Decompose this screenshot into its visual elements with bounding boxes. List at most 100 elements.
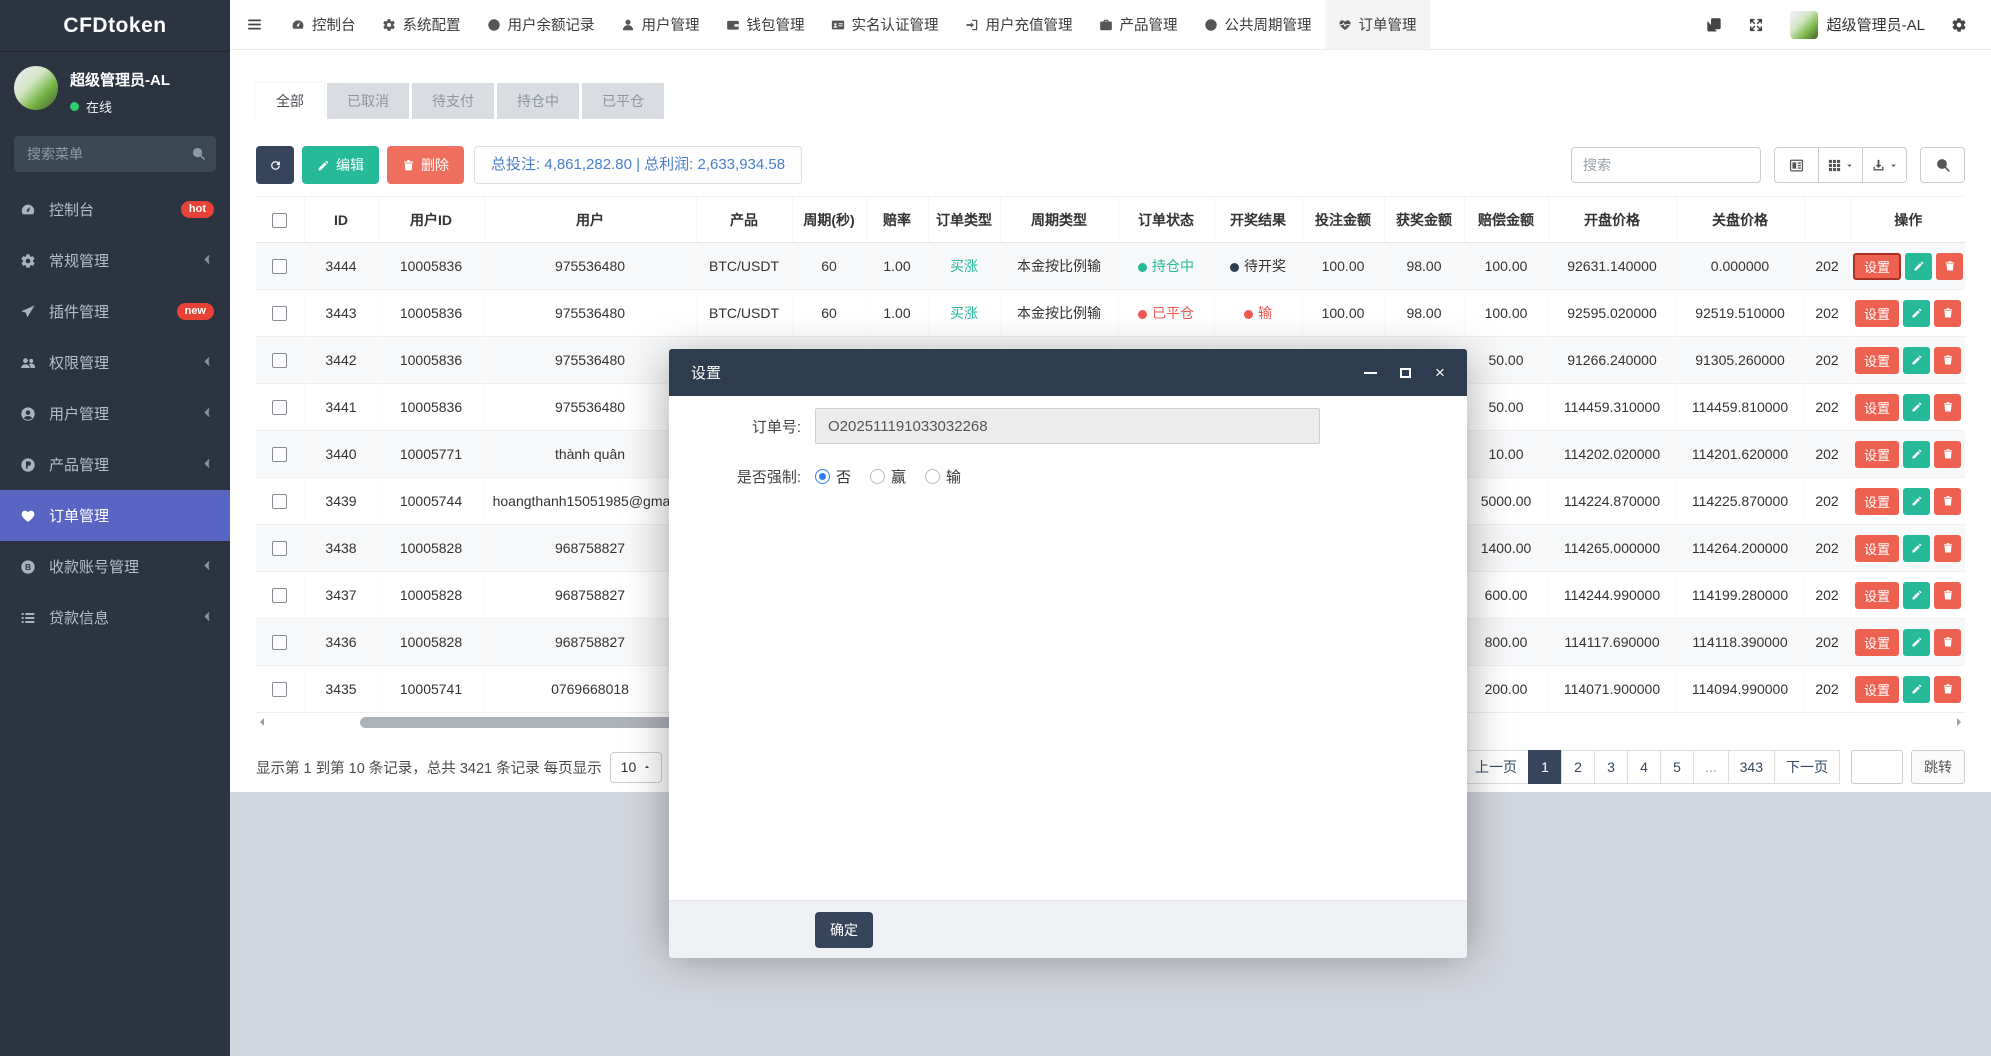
radio-icon[interactable] bbox=[925, 469, 940, 484]
columns-button[interactable] bbox=[1818, 147, 1863, 183]
topnav-item-7[interactable]: 产品管理 bbox=[1086, 0, 1191, 49]
sidebar-item-3[interactable]: 权限管理 bbox=[0, 337, 230, 388]
topnav-item-5[interactable]: 实名认证管理 bbox=[818, 0, 952, 49]
row-set-button[interactable]: 设置 bbox=[1855, 535, 1899, 562]
sidebar-item-8[interactable]: 贷款信息 bbox=[0, 592, 230, 643]
row-delete-button[interactable] bbox=[1934, 347, 1961, 374]
sidebar-item-1[interactable]: 常规管理 bbox=[0, 235, 230, 286]
page-...[interactable]: ... bbox=[1693, 750, 1729, 784]
page-next[interactable]: 下一页 bbox=[1774, 750, 1840, 784]
sidebar-item-0[interactable]: 控制台hot bbox=[0, 184, 230, 235]
page-3[interactable]: 3 bbox=[1594, 750, 1628, 784]
row-edit-button[interactable] bbox=[1903, 347, 1930, 374]
row-checkbox[interactable] bbox=[272, 494, 287, 509]
sidebar-item-2[interactable]: 插件管理new bbox=[0, 286, 230, 337]
row-edit-button[interactable] bbox=[1903, 535, 1930, 562]
detail-view-button[interactable] bbox=[1774, 147, 1819, 183]
row-set-button[interactable]: 设置 bbox=[1853, 253, 1901, 280]
row-delete-button[interactable] bbox=[1934, 676, 1961, 703]
page-prev[interactable]: 上一页 bbox=[1463, 750, 1529, 784]
user-menu[interactable]: 超级管理员-AL bbox=[1790, 11, 1925, 39]
select-all-checkbox[interactable] bbox=[272, 213, 287, 228]
row-edit-button[interactable] bbox=[1903, 441, 1930, 468]
row-delete-button[interactable] bbox=[1934, 441, 1961, 468]
row-delete-button[interactable] bbox=[1934, 300, 1961, 327]
row-checkbox[interactable] bbox=[272, 353, 287, 368]
sidebar-item-6[interactable]: 订单管理 bbox=[0, 490, 230, 541]
page-2[interactable]: 2 bbox=[1561, 750, 1595, 784]
page-5[interactable]: 5 bbox=[1660, 750, 1694, 784]
page-1[interactable]: 1 bbox=[1528, 750, 1562, 784]
topnav-item-9[interactable]: 订单管理 bbox=[1325, 0, 1430, 49]
row-checkbox[interactable] bbox=[272, 306, 287, 321]
row-checkbox[interactable] bbox=[272, 635, 287, 650]
row-set-button[interactable]: 设置 bbox=[1855, 629, 1899, 656]
fullscreen-icon[interactable] bbox=[1748, 17, 1764, 33]
radio-icon[interactable] bbox=[815, 469, 830, 484]
menu-toggle-button[interactable] bbox=[230, 0, 278, 49]
confirm-button[interactable]: 确定 bbox=[815, 912, 873, 948]
refresh-button[interactable] bbox=[256, 146, 294, 184]
row-set-button[interactable]: 设置 bbox=[1855, 300, 1899, 327]
edit-button[interactable]: 编辑 bbox=[302, 146, 379, 184]
topnav-item-1[interactable]: 系统配置 bbox=[369, 0, 474, 49]
topnav-item-2[interactable]: 用户余额记录 bbox=[474, 0, 608, 49]
row-edit-button[interactable] bbox=[1903, 582, 1930, 609]
topnav-item-3[interactable]: 用户管理 bbox=[608, 0, 713, 49]
row-set-button[interactable]: 设置 bbox=[1855, 582, 1899, 609]
row-edit-button[interactable] bbox=[1903, 488, 1930, 515]
delete-button[interactable]: 删除 bbox=[387, 146, 464, 184]
tab-1[interactable]: 已取消 bbox=[327, 83, 409, 119]
export-button[interactable] bbox=[1862, 147, 1907, 183]
row-set-button[interactable]: 设置 bbox=[1855, 347, 1899, 374]
row-delete-button[interactable] bbox=[1934, 582, 1961, 609]
scroll-left-icon[interactable] bbox=[260, 718, 264, 726]
row-checkbox[interactable] bbox=[272, 541, 287, 556]
modal-header[interactable]: 设置 × bbox=[669, 349, 1467, 396]
sidebar-item-7[interactable]: B收款账号管理 bbox=[0, 541, 230, 592]
force-option-1[interactable]: 赢 bbox=[870, 466, 906, 487]
row-set-button[interactable]: 设置 bbox=[1855, 676, 1899, 703]
row-delete-button[interactable] bbox=[1934, 535, 1961, 562]
copy-icon[interactable] bbox=[1706, 17, 1722, 33]
row-checkbox[interactable] bbox=[272, 447, 287, 462]
maximize-icon[interactable] bbox=[1398, 366, 1412, 380]
row-edit-button[interactable] bbox=[1903, 394, 1930, 421]
row-edit-button[interactable] bbox=[1905, 253, 1932, 280]
close-icon[interactable]: × bbox=[1433, 366, 1447, 380]
row-edit-button[interactable] bbox=[1903, 629, 1930, 656]
radio-icon[interactable] bbox=[870, 469, 885, 484]
topnav-item-4[interactable]: 钱包管理 bbox=[713, 0, 818, 49]
row-checkbox[interactable] bbox=[272, 682, 287, 697]
page-343[interactable]: 343 bbox=[1728, 750, 1775, 784]
row-set-button[interactable]: 设置 bbox=[1855, 394, 1899, 421]
sidebar-item-4[interactable]: 用户管理 bbox=[0, 388, 230, 439]
order-no-input[interactable] bbox=[815, 408, 1320, 444]
topnav-item-8[interactable]: 公共周期管理 bbox=[1191, 0, 1325, 49]
row-set-button[interactable]: 设置 bbox=[1855, 488, 1899, 515]
row-edit-button[interactable] bbox=[1903, 300, 1930, 327]
row-checkbox[interactable] bbox=[272, 259, 287, 274]
row-set-button[interactable]: 设置 bbox=[1855, 441, 1899, 468]
sidebar-item-5[interactable]: 产品管理 bbox=[0, 439, 230, 490]
force-option-2[interactable]: 输 bbox=[925, 466, 961, 487]
topnav-item-6[interactable]: 用户充值管理 bbox=[952, 0, 1086, 49]
topnav-item-0[interactable]: 控制台 bbox=[278, 0, 369, 49]
row-delete-button[interactable] bbox=[1934, 488, 1961, 515]
settings-gears-icon[interactable] bbox=[1951, 17, 1967, 33]
page-4[interactable]: 4 bbox=[1627, 750, 1661, 784]
tab-2[interactable]: 待支付 bbox=[412, 83, 494, 119]
minimize-icon[interactable] bbox=[1363, 366, 1377, 380]
table-search-input[interactable] bbox=[1571, 147, 1761, 183]
row-delete-button[interactable] bbox=[1936, 253, 1963, 280]
row-checkbox[interactable] bbox=[272, 588, 287, 603]
search-button[interactable] bbox=[1920, 147, 1965, 183]
jump-button[interactable]: 跳转 bbox=[1911, 750, 1965, 784]
force-option-0[interactable]: 否 bbox=[815, 466, 851, 487]
row-delete-button[interactable] bbox=[1934, 394, 1961, 421]
tab-4[interactable]: 已平仓 bbox=[582, 83, 664, 119]
page-size-select[interactable]: 10 bbox=[610, 752, 663, 783]
jump-page-input[interactable] bbox=[1851, 750, 1903, 784]
tab-0[interactable]: 全部 bbox=[256, 83, 324, 119]
scroll-right-icon[interactable] bbox=[1957, 718, 1961, 726]
